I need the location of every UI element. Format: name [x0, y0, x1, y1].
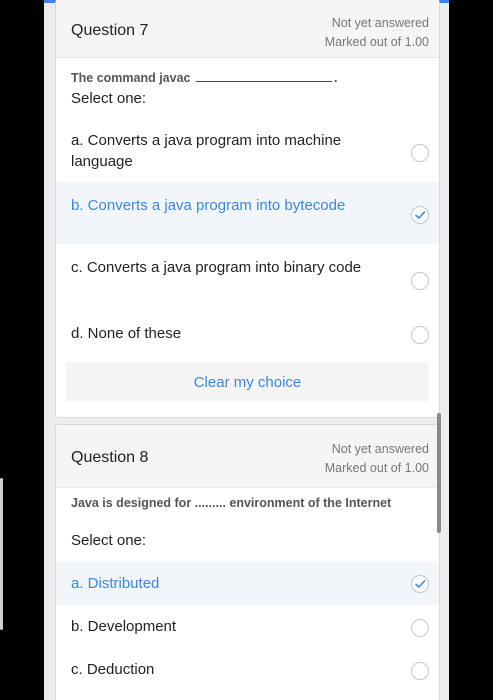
radio-button[interactable] [411, 272, 429, 290]
question-title: Question 7 [71, 22, 149, 39]
radio-button[interactable] [411, 326, 429, 344]
option-b[interactable]: b. Converts a java program into bytecode [56, 182, 439, 244]
radio-button-checked[interactable] [411, 206, 429, 224]
answer-status: Not yet answered [331, 16, 429, 30]
select-one-label: Select one: [71, 532, 147, 549]
option-c[interactable]: c. Deduction [56, 653, 439, 689]
radio-button[interactable] [411, 662, 429, 680]
select-one-label: Select one: [71, 90, 147, 107]
question-text: The command javac . [71, 70, 337, 87]
answer-blank [195, 71, 332, 82]
option-label: c. Deduction [71, 661, 155, 678]
question-7-header: Question 7 Not yet answered Marked out o… [56, 0, 439, 58]
option-d[interactable]: d. None of these [56, 318, 439, 352]
option-label: d. None of these [71, 325, 182, 342]
radio-button[interactable] [411, 619, 429, 637]
answer-status: Not yet answered [331, 442, 429, 456]
option-label: c. Converts a java program into binary c… [71, 259, 362, 276]
question-7-card: Question 7 Not yet answered Marked out o… [55, 0, 440, 418]
radio-button-checked[interactable] [411, 575, 429, 593]
question-text-before: The command javac [71, 71, 191, 85]
checkmark-icon [415, 580, 426, 588]
option-label: b. Development [71, 618, 177, 635]
quiz-screen: Question 7 Not yet answered Marked out o… [44, 0, 449, 700]
option-label: b. Converts a java program into bytecode [71, 197, 346, 214]
clear-choice-link[interactable]: Clear my choice [66, 374, 429, 391]
option-a[interactable]: a. Converts a java program into machine … [56, 124, 439, 182]
option-label: a. Converts a java program into machine … [71, 132, 342, 170]
question-text: Java is designed for ......... environme… [71, 496, 392, 510]
question-status: Not yet answered Marked out of 1.00 [325, 14, 429, 52]
side-indicator [0, 478, 3, 630]
option-label: a. Distributed [71, 575, 160, 592]
scrollbar-thumb[interactable] [437, 413, 441, 533]
question-title: Question 8 [71, 449, 149, 466]
mark-info: Marked out of 1.00 [324, 461, 429, 475]
question-text-after: . [333, 71, 338, 85]
option-b[interactable]: b. Development [56, 609, 439, 645]
question-8-header: Question 8 Not yet answered Marked out o… [56, 425, 439, 488]
clear-choice-box: Clear my choice [66, 362, 429, 402]
option-c[interactable]: c. Converts a java program into binary c… [56, 252, 439, 308]
radio-button[interactable] [411, 144, 429, 162]
checkmark-icon [415, 211, 426, 219]
option-a[interactable]: a. Distributed [56, 561, 439, 605]
question-status: Not yet answered Marked out of 1.00 [325, 440, 429, 478]
question-8-card: Question 8 Not yet answered Marked out o… [55, 424, 440, 700]
mark-info: Marked out of 1.00 [324, 35, 429, 49]
